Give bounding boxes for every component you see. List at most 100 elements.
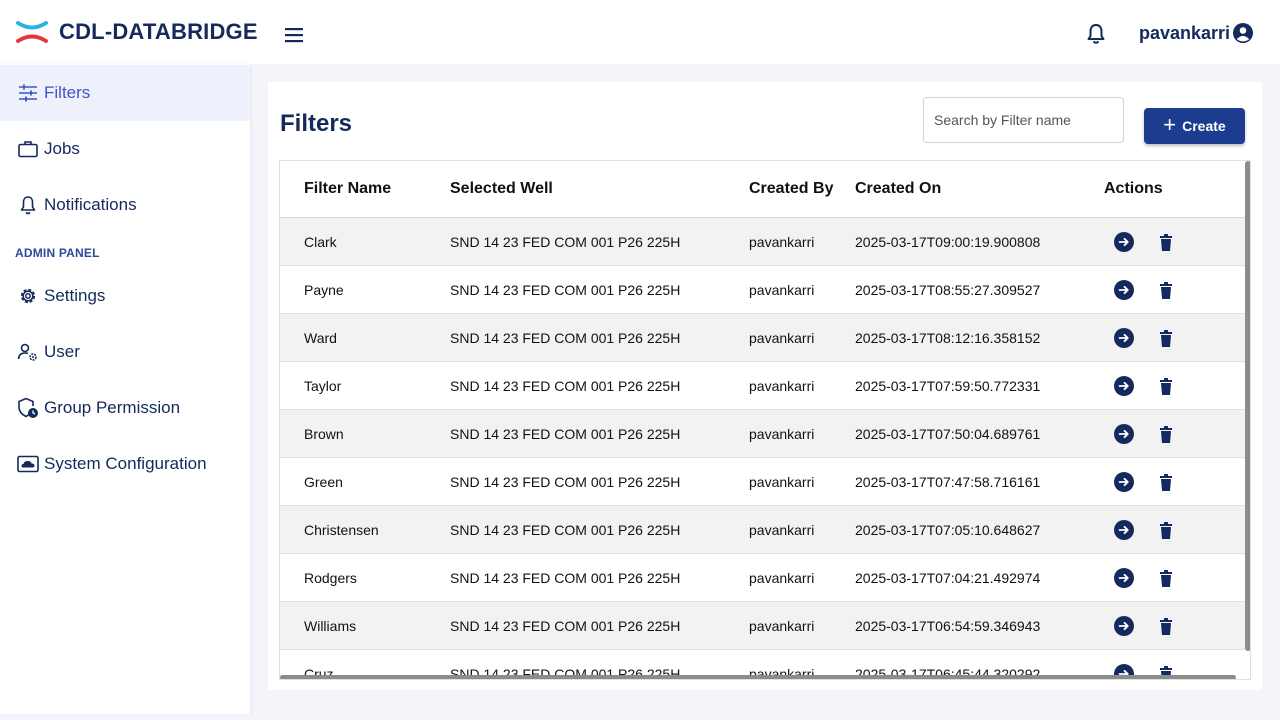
table-row[interactable]: Williams SND 14 23 FED COM 001 P26 225H pa…	[280, 602, 1246, 650]
selected-well-cell: SND 14 23 FED COM 001 P26 225H	[450, 569, 681, 586]
created-by-cell: pavankarri	[749, 473, 815, 490]
column-header: Actions	[1104, 180, 1163, 197]
sidebar: Filters Jobs Notifications ADMIN PANEL S…	[0, 64, 250, 714]
delete-trash-icon[interactable]	[1155, 279, 1177, 301]
table-row[interactable]: Rodgers SND 14 23 FED COM 001 P26 225H pav…	[280, 554, 1246, 602]
delete-trash-icon[interactable]	[1155, 231, 1177, 253]
username: pavankarri	[1139, 22, 1231, 43]
sidebar-item-label: User	[44, 342, 80, 361]
column-header[interactable]: Created On	[855, 161, 941, 217]
filters-table: Filter Name Selected Well Created By Cre…	[279, 160, 1251, 680]
gear-icon	[17, 285, 39, 307]
sidebar-item-filters[interactable]: Filters	[0, 65, 250, 121]
created-on-cell: 2025-03-17T08:55:27.309527	[855, 281, 1041, 298]
filter-name-cell: Williams	[304, 617, 357, 634]
open-arrow-icon[interactable]	[1113, 471, 1135, 493]
search-input[interactable]	[923, 97, 1124, 143]
table-row[interactable]: Green SND 14 23 FED COM 001 P26 225H pavan…	[280, 458, 1246, 506]
selected-well-cell: SND 14 23 FED COM 001 P26 225H	[450, 281, 681, 298]
created-on-cell: 2025-03-17T07:47:58.716161	[855, 473, 1041, 490]
created-on-cell: 2025-03-17T07:05:10.648627	[855, 521, 1041, 538]
created-on-cell: 2025-03-17T07:04:21.492974	[855, 569, 1041, 586]
filter-name-cell: Brown	[304, 425, 344, 442]
create-button-label: Create	[1182, 118, 1226, 134]
created-by-cell: pavankarri	[749, 377, 815, 394]
delete-trash-icon[interactable]	[1155, 567, 1177, 589]
table-row[interactable]: Brown SND 14 23 FED COM 001 P26 225H pavan…	[280, 410, 1246, 458]
filter-name-cell: Payne	[304, 281, 344, 298]
filter-name-cell: Rodgers	[304, 569, 357, 586]
selected-well-cell: SND 14 23 FED COM 001 P26 225H	[450, 233, 681, 250]
open-arrow-icon[interactable]	[1113, 279, 1135, 301]
open-arrow-icon[interactable]	[1113, 615, 1135, 637]
created-by-cell: pavankarri	[749, 329, 815, 346]
created-by-cell: pavankarri	[749, 425, 815, 442]
filter-name-cell: Ward	[304, 329, 337, 346]
selected-well-cell: SND 14 23 FED COM 001 P26 225H	[450, 473, 681, 490]
created-on-cell: 2025-03-17T07:59:50.772331	[855, 377, 1041, 394]
filters-panel: Filters + Create Filter Name Selected We…	[268, 82, 1262, 690]
selected-well-cell: SND 14 23 FED COM 001 P26 225H	[450, 329, 681, 346]
sidebar-item-label: Group Permission	[44, 398, 181, 417]
filter-name-cell: Clark	[304, 233, 337, 250]
delete-trash-icon[interactable]	[1155, 471, 1177, 493]
table-row[interactable]: Ward SND 14 23 FED COM 001 P26 225H pavank…	[280, 314, 1246, 362]
created-by-cell: pavankarri	[749, 281, 815, 298]
table-row[interactable]: Taylor SND 14 23 FED COM 001 P26 225H pava…	[280, 362, 1246, 410]
created-on-cell: 2025-03-17T08:12:16.358152	[855, 329, 1041, 346]
delete-trash-icon[interactable]	[1155, 519, 1177, 541]
open-arrow-icon[interactable]	[1113, 423, 1135, 445]
sidebar-item-label: Jobs	[44, 139, 80, 158]
sidebar-item-label: Settings	[44, 286, 106, 305]
created-by-cell: pavankarri	[749, 617, 815, 634]
delete-trash-icon[interactable]	[1155, 375, 1177, 397]
sidebar-item-system-configuration[interactable]: System Configuration	[0, 436, 250, 492]
notification-bell-icon[interactable]	[1084, 22, 1108, 46]
top-header: CDL-DATABRIDGE pavankarri	[0, 0, 1280, 64]
column-header[interactable]: Created By	[749, 161, 833, 217]
created-by-cell: pavankarri	[749, 233, 815, 250]
sidebar-item-group-permission[interactable]: Group Permission	[0, 380, 250, 436]
hamburger-menu-icon[interactable]	[284, 24, 306, 46]
vertical-scrollbar[interactable]	[1245, 161, 1250, 651]
column-header[interactable]: Selected Well	[450, 161, 553, 217]
open-arrow-icon[interactable]	[1113, 375, 1135, 397]
selected-well-cell: SND 14 23 FED COM 001 P26 225H	[450, 617, 681, 634]
sidebar-item-notifications[interactable]: Notifications	[0, 177, 250, 233]
open-arrow-icon[interactable]	[1113, 567, 1135, 589]
delete-trash-icon[interactable]	[1155, 327, 1177, 349]
page-title: Filters	[280, 110, 353, 137]
shield-clock-icon	[17, 397, 39, 419]
account-circle-icon	[1233, 23, 1254, 43]
table-row[interactable]: Payne SND 14 23 FED COM 001 P26 225H pavan…	[280, 266, 1246, 314]
sidebar-item-jobs[interactable]: Jobs	[0, 121, 250, 177]
table-row[interactable]: Christensen SND 14 23 FED COM 001 P26 225…	[280, 506, 1246, 554]
horizontal-scrollbar[interactable]	[280, 675, 1236, 679]
table-row[interactable]: Clark SND 14 23 FED COM 001 P26 225H pavan…	[280, 218, 1246, 266]
cloud-icon	[17, 453, 39, 475]
brand-name: CDL-DATABRIDGE	[59, 19, 258, 44]
created-by-cell: pavankarri	[749, 521, 815, 538]
bell-icon	[17, 194, 39, 216]
brand-logo	[16, 21, 48, 43]
delete-trash-icon[interactable]	[1155, 615, 1177, 637]
briefcase-icon	[17, 138, 39, 160]
sidebar-item-user[interactable]: User	[0, 324, 250, 380]
user-menu[interactable]: pavankarri	[1139, 21, 1255, 45]
sidebar-item-label: System Configuration	[44, 454, 207, 473]
plus-icon: +	[1163, 112, 1177, 137]
filter-name-cell: Green	[304, 473, 343, 490]
column-header[interactable]: Filter Name	[304, 161, 391, 217]
open-arrow-icon[interactable]	[1113, 327, 1135, 349]
open-arrow-icon[interactable]	[1113, 519, 1135, 541]
created-by-cell: pavankarri	[749, 569, 815, 586]
delete-trash-icon[interactable]	[1155, 423, 1177, 445]
created-on-cell: 2025-03-17T07:50:04.689761	[855, 425, 1041, 442]
table-header-row: Filter Name Selected Well Created By Cre…	[280, 161, 1246, 218]
created-on-cell: 2025-03-17T06:54:59.346943	[855, 617, 1041, 634]
user-gear-icon	[17, 341, 39, 363]
create-button[interactable]: + Create	[1144, 108, 1245, 144]
selected-well-cell: SND 14 23 FED COM 001 P26 225H	[450, 377, 681, 394]
open-arrow-icon[interactable]	[1113, 231, 1135, 253]
sidebar-item-settings[interactable]: Settings	[0, 268, 250, 324]
